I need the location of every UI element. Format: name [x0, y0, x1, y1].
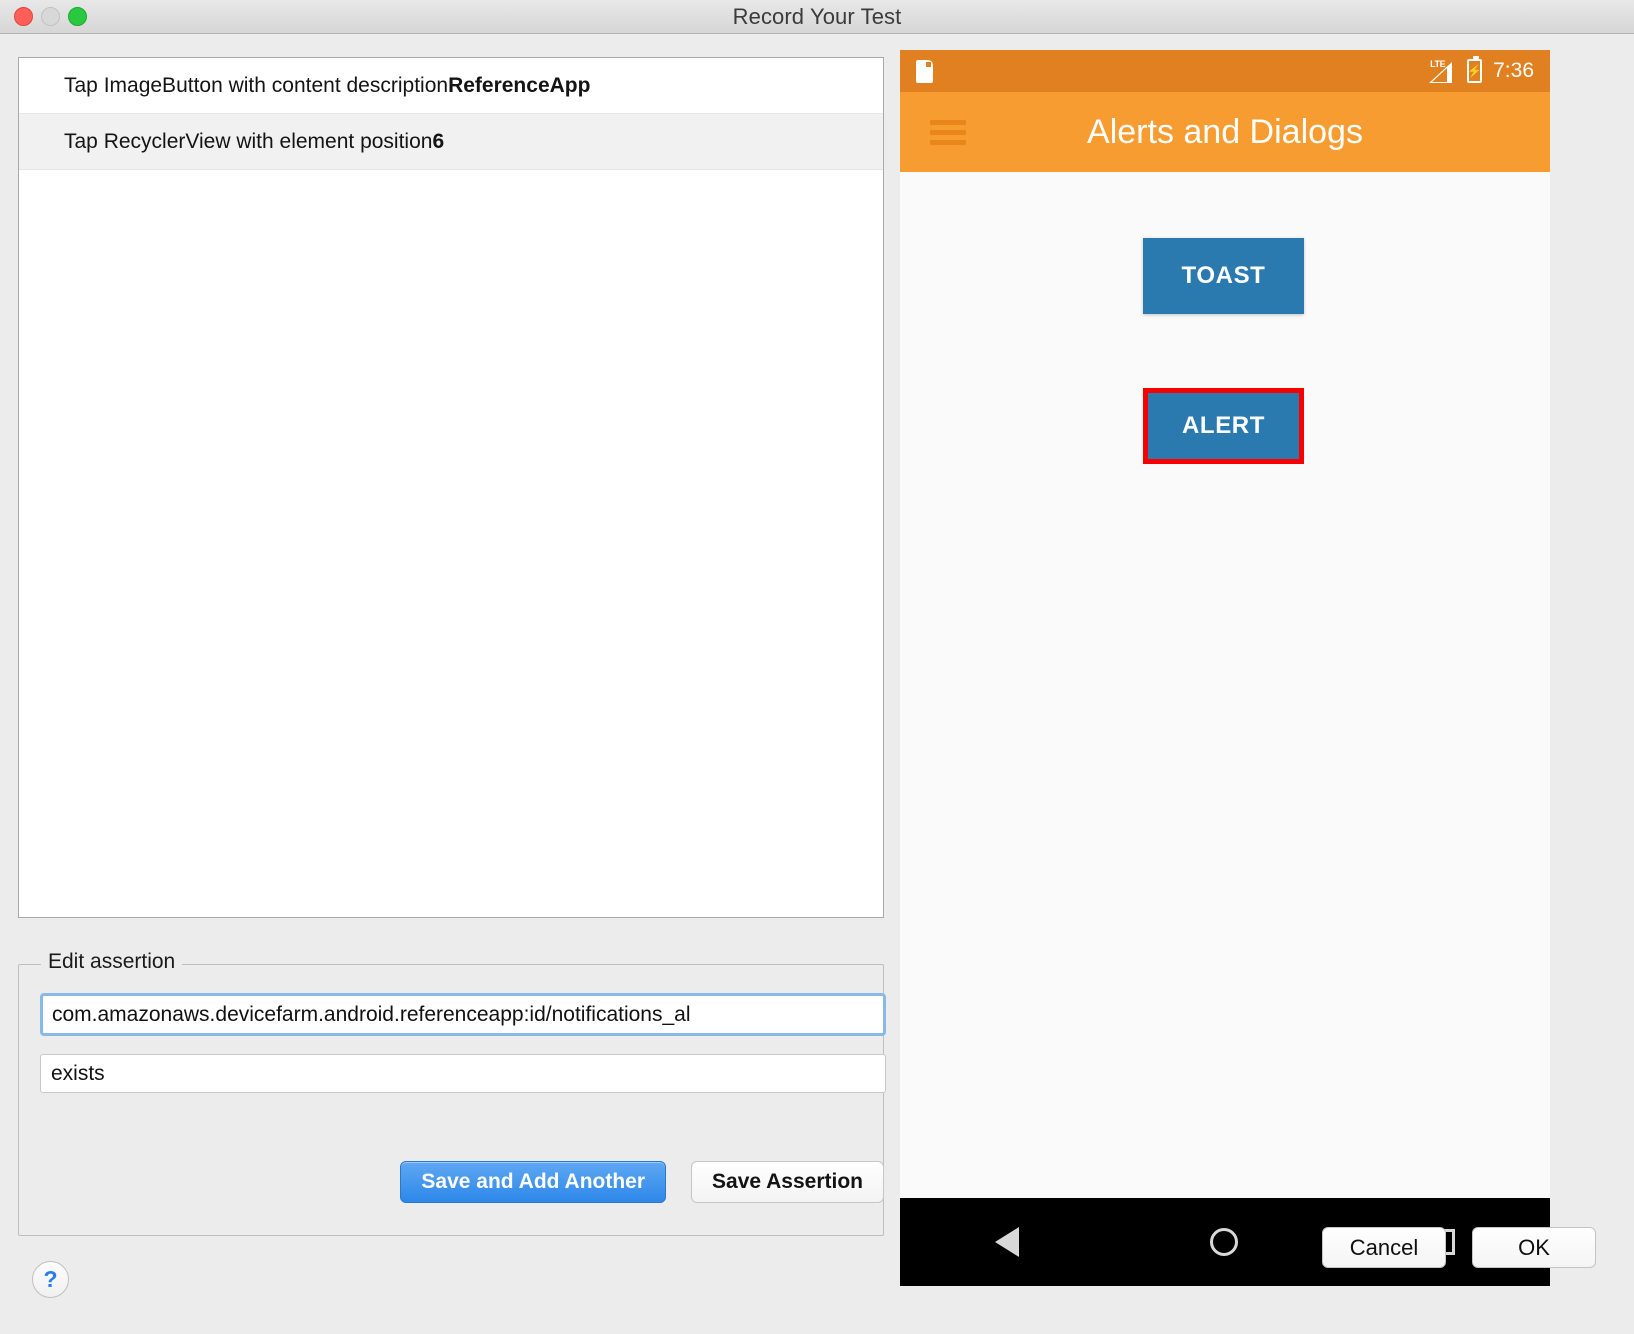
dialog-footer-buttons: Cancel OK — [1322, 1227, 1596, 1268]
app-content-area: TOAST ALERT — [900, 172, 1550, 1128]
battery-charging-icon: ⚡ — [1467, 56, 1483, 83]
step-emphasis: ReferenceApp — [448, 73, 591, 97]
step-text: Tap RecyclerView with element position — [64, 129, 433, 153]
alert-button[interactable]: ALERT — [1143, 388, 1304, 464]
hamburger-menu-icon[interactable] — [930, 115, 966, 150]
sim-card-icon — [916, 59, 933, 83]
assertion-target-input[interactable]: com.amazonaws.devicefarm.android.referen… — [40, 993, 886, 1036]
cancel-button[interactable]: Cancel — [1322, 1227, 1446, 1268]
app-bar-title: Alerts and Dialogs — [1087, 112, 1363, 151]
assertion-operator-select[interactable]: exists — [40, 1054, 886, 1093]
assertion-button-row: Save and Add Another Save Assertion — [19, 1161, 885, 1203]
step-emphasis: 6 — [432, 129, 445, 153]
window-title: Record Your Test — [732, 3, 902, 29]
android-status-bar: LTE ⚡ 7:36 — [900, 50, 1550, 92]
window-title-bar: Record Your Test — [0, 0, 1634, 34]
android-app-bar: Alerts and Dialogs — [900, 92, 1550, 172]
list-item[interactable]: Tap RecyclerView with element position 6 — [19, 114, 883, 170]
home-circle-icon[interactable] — [1209, 1228, 1238, 1256]
step-text: Tap ImageButton with content description — [64, 73, 449, 97]
save-assertion-button[interactable]: Save Assertion — [691, 1161, 884, 1203]
device-screen[interactable]: LTE ⚡ 7:36 Alerts and Dialogs TOAST ALER… — [900, 50, 1550, 1198]
recorder-panel: Tap ImageButton with content description… — [0, 34, 900, 1334]
back-triangle-icon[interactable] — [995, 1227, 1020, 1257]
toast-button[interactable]: TOAST — [1143, 238, 1304, 314]
edit-assertion-group: Edit assertion com.amazonaws.devicefarm.… — [18, 950, 886, 1236]
save-and-add-another-button[interactable]: Save and Add Another — [400, 1161, 667, 1203]
signal-icon: LTE — [1429, 58, 1456, 83]
list-item[interactable]: Tap ImageButton with content description… — [19, 58, 883, 114]
ok-button[interactable]: OK — [1472, 1227, 1596, 1268]
recorded-steps-list[interactable]: Tap ImageButton with content description… — [18, 57, 884, 918]
status-bar-clock: 7:36 — [1493, 59, 1534, 82]
help-button[interactable]: ? — [32, 1261, 69, 1298]
network-type-label: LTE — [1430, 58, 1446, 69]
edit-assertion-legend: Edit assertion — [41, 950, 183, 974]
status-bar-right: LTE ⚡ 7:36 — [1429, 56, 1534, 83]
